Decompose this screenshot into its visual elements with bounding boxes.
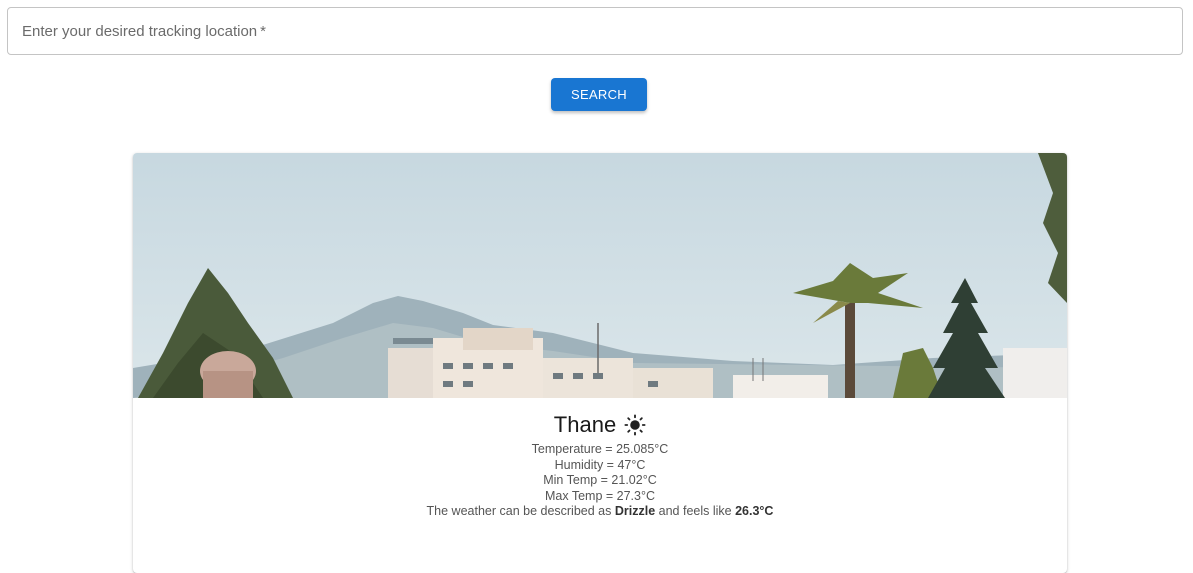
min-temp-text: Min Temp = 21.02°C [543,473,657,487]
location-search-input[interactable]: Enter your desired tracking location * [7,7,1183,55]
temperature-text: Temperature = 25.085°C [531,442,669,456]
city-name: Thane [553,412,617,437]
weather-details: Thane Temperature = 25.085°C Humidity = … [133,398,1067,520]
description-feels-like: 26.3°C [735,504,774,518]
description-condition: Drizzle [614,504,656,518]
max-temp-text: Max Temp = 27.3°C [544,488,656,503]
search-placeholder: Enter your desired tracking location [22,22,258,40]
humidity-text: Humidity = 47°C [554,457,646,472]
weather-card: Thane Temperature = 25.085°C Humidity = … [133,153,1067,573]
search-button[interactable]: SEARCH [551,78,647,111]
description-prefix: The weather can be described as [426,504,612,518]
weather-description: The weather can be described as Drizzle … [133,504,1067,520]
required-marker: * [260,22,266,40]
city-landscape-image [133,153,1067,398]
sun-icon [624,414,646,436]
description-middle: and feels like [658,504,732,518]
